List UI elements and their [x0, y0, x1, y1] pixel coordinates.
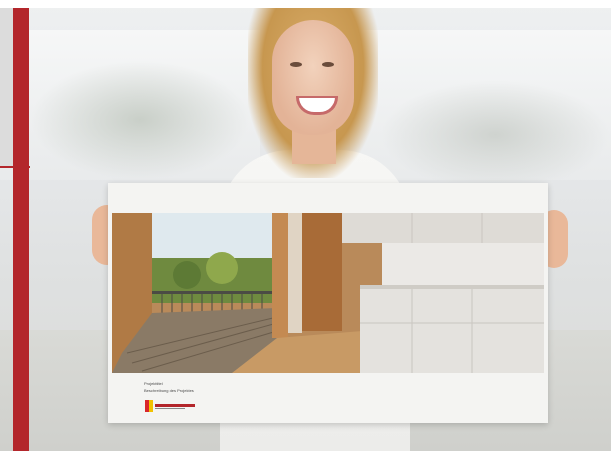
tree-yellow	[206, 252, 238, 284]
tree-green	[173, 261, 201, 289]
person-face	[272, 20, 354, 135]
interior-scene-illustration	[112, 213, 544, 373]
red-horizontal-line	[0, 166, 30, 168]
upper-cabinets	[342, 213, 544, 243]
top-white-strip	[0, 0, 611, 8]
person-eye-left	[290, 62, 302, 67]
red-vertical-bar	[13, 8, 29, 451]
door-column	[272, 213, 288, 338]
board-caption-description: Beschreibung des Projektes	[144, 388, 194, 393]
wood-wall-center	[302, 213, 342, 331]
background-blur-left	[30, 60, 250, 180]
background-blur-right	[380, 80, 610, 190]
left-gray-panel	[0, 8, 13, 166]
glass-door	[288, 213, 302, 333]
countertop	[360, 285, 544, 289]
lower-cabinets	[360, 287, 544, 373]
photo-stage: Projekttitel Beschreibung des Projektes	[0, 0, 611, 451]
company-logo-icon	[145, 400, 195, 412]
person-eye-right	[322, 62, 334, 67]
board-interior-photo	[112, 213, 544, 373]
board-caption-title: Projekttitel	[144, 381, 163, 386]
backsplash	[382, 243, 544, 287]
